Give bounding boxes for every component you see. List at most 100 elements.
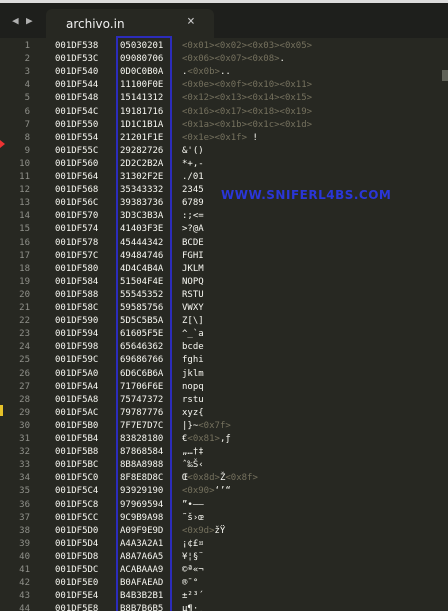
close-icon[interactable]: × [187,14,195,29]
ascii-text-cell: 2345 [182,185,204,196]
code-line[interactable]: 25 001DF59C 69686766 fghi [0,355,448,366]
code-line[interactable]: 27 001DF5A4 71706F6E nopq [0,382,448,393]
ascii-text-cell: µ¶·¸ [182,604,204,611]
address-cell: 001DF590 [55,316,99,327]
code-line[interactable]: 19 001DF584 51504F4E NOPQ [0,277,448,288]
ascii-text-cell: ^_`a [182,329,204,340]
ascii-text-cell: Z[\] [182,316,204,327]
code-line[interactable]: 21 001DF58C 59585756 VWXY [0,303,448,314]
address-cell: 001DF5B8 [55,447,99,458]
code-line[interactable]: 40 001DF5D8 A8A7A6A5 ¥¦§¨ [0,552,448,563]
code-line[interactable]: 44 001DF5E8 B8B7B6B5 µ¶·¸ [0,604,448,611]
back-arrow-icon[interactable]: ◀ [12,14,19,27]
code-line[interactable]: 4 001DF544 11100F0E <0x0e><0x0f><0x10><0x11… [0,80,448,91]
code-line[interactable]: 26 001DF5A0 6D6C6B6A jklm [0,369,448,380]
line-number: 4 [24,80,30,91]
address-cell: 001DF5A0 [55,368,99,379]
tab-archivo[interactable]: archivo.in × [46,9,214,38]
code-line[interactable]: 15 001DF574 41403F3E >?@A [0,224,448,235]
code-line[interactable]: 28 001DF5A8 75747372 rstu [0,395,448,406]
code-line[interactable]: 29 001DF5AC 79787776 xyz{ [0,408,448,419]
tab-title: archivo.in [66,17,125,31]
code-line[interactable]: 8 001DF554 21201F1E <0x1e><0x1f> ! [0,133,448,144]
forward-arrow-icon[interactable]: ▶ [26,14,33,27]
ascii-text-cell: 6789 [182,198,204,209]
ascii-text-cell: JKLM [182,264,204,275]
code-line[interactable]: 20 001DF588 55545352 RSTU [0,290,448,301]
line-number: 11 [19,172,30,182]
address-cell: 001DF580 [55,263,99,274]
code-line[interactable]: 23 001DF594 61605F5E ^_`a [0,329,448,340]
text-token: FGHI [182,250,204,261]
code-line[interactable]: 32 001DF5B8 87868584 „…†‡ [0,447,448,458]
code-line[interactable]: 18 001DF580 4D4C4B4A JKLM [0,264,448,275]
line-number: 28 [19,394,30,405]
code-line[interactable]: 3 001DF540 0D0C0B0A .<0x0b>.. [0,67,448,78]
control-char-token: <0x0e><0x0f><0x10><0x11> [182,80,313,91]
ascii-text-cell: VWXY [182,303,204,314]
address-cell: 001DF56C [55,198,99,209]
code-line[interactable]: 43 001DF5E4 B4B3B2B1 ±²³´ [0,591,448,602]
text-token: ˜š›œ [182,512,204,523]
code-line[interactable]: 1 001DF538 05030201 <0x01><0x02><0x03><0x05… [0,41,448,52]
text-token: &'() [182,145,204,156]
code-line[interactable]: 5 001DF548 15141312 <0x12><0x13><0x14><0x15… [0,93,448,104]
code-line[interactable]: 9 001DF55C 29282726 &'() [0,146,448,157]
code-line[interactable]: 10 001DF560 2D2C2B2A *+,- [0,159,448,170]
ascii-text-cell: <0x06><0x07><0x08>. [182,54,285,65]
text-token: µ¶·¸ [182,604,204,611]
code-line[interactable]: 33 001DF5BC 8B8A8988 ˆ‰Š‹ [0,460,448,471]
code-line[interactable]: 36 001DF5C8 97969594 ”•–— [0,500,448,511]
editor-area[interactable]: 1 001DF538 05030201 <0x01><0x02><0x03><0x05… [0,38,448,611]
code-line[interactable]: 37 001DF5CC 9C9B9A98 ˜š›œ [0,513,448,524]
code-line[interactable]: 31 001DF5B4 83828180 €<0x81>,ƒ [0,434,448,445]
code-line[interactable]: 22 001DF590 5D5C5B5A Z[\] [0,316,448,327]
ascii-text-cell: |}~<0x7f> [182,421,231,432]
control-char-token: <0x7f> [198,420,231,431]
code-line[interactable]: 41 001DF5DC ACABAAA9 ©ª«¬ [0,565,448,576]
line-number: 39 [19,538,30,549]
text-token: JKLM [182,263,204,274]
code-line[interactable]: 11 001DF564 31302F2E ./01 [0,172,448,183]
line-number: 7 [24,119,30,130]
line-number: 29 [19,407,30,418]
text-token: ©ª«¬ [182,565,204,575]
ascii-text-cell: <0x9d>žŸ [182,526,225,537]
line-number: 12 [19,185,30,196]
code-line[interactable]: 35 001DF5C4 93929190 <0x90>‘’“ [0,486,448,497]
address-cell: 001DF5A4 [55,381,99,392]
address-cell: 001DF54C [55,106,99,117]
code-line[interactable]: 39 001DF5D4 A4A3A2A1 ¡¢£¤ [0,539,448,550]
ascii-text-cell: ˆ‰Š‹ [182,460,204,471]
address-cell: 001DF588 [55,289,99,300]
ascii-text-cell: ©ª«¬ [182,565,204,576]
code-line[interactable]: 17 001DF57C 49484746 FGHI [0,251,448,262]
line-number: 42 [19,578,30,589]
text-token: bcde [182,342,204,353]
address-cell: 001DF58C [55,303,99,313]
code-line[interactable]: 6 001DF54C 19181716 <0x16><0x17><0x18><0x19… [0,107,448,118]
code-line[interactable]: 7 001DF550 1D1C1B1A <0x1a><0x1b><0x1c><0x1d… [0,120,448,131]
ascii-text-cell: ”•–— [182,500,204,511]
minimap-scroll-marker[interactable] [442,70,448,81]
address-cell: 001DF5E0 [55,578,99,589]
address-cell: 001DF55C [55,145,99,156]
address-cell: 001DF5A8 [55,394,99,405]
code-line[interactable]: 14 001DF570 3D3C3B3A:;<= [0,211,448,222]
ascii-text-cell: NOPQ [182,277,204,288]
code-line[interactable]: 24 001DF598 65646362 bcde [0,342,448,353]
line-number: 41 [19,565,30,575]
code-line[interactable]: 30 001DF5B0 7F7E7D7C |}~<0x7f> [0,421,448,432]
text-token: RSTU [182,289,204,300]
line-number: 32 [19,447,30,458]
address-cell: 001DF5CC [55,512,99,523]
address-cell: 001DF548 [55,93,99,104]
code-line[interactable]: 34 001DF5C0 8F8E8D8C Œ<0x8d>Ž<0x8f> [0,473,448,484]
code-line[interactable]: 16 001DF578 45444342 BCDE [0,238,448,249]
code-line[interactable]: 2 001DF53C 09080706 <0x06><0x07><0x08>. [0,54,448,65]
code-line[interactable]: 38 001DF5D0 A09F9E9D <0x9d>žŸ [0,526,448,537]
line-number: 23 [19,329,30,340]
line-number: 14 [19,211,30,222]
code-line[interactable]: 42 001DF5E0 B0AFAEAD ®¯° [0,578,448,589]
line-number: 20 [19,289,30,300]
